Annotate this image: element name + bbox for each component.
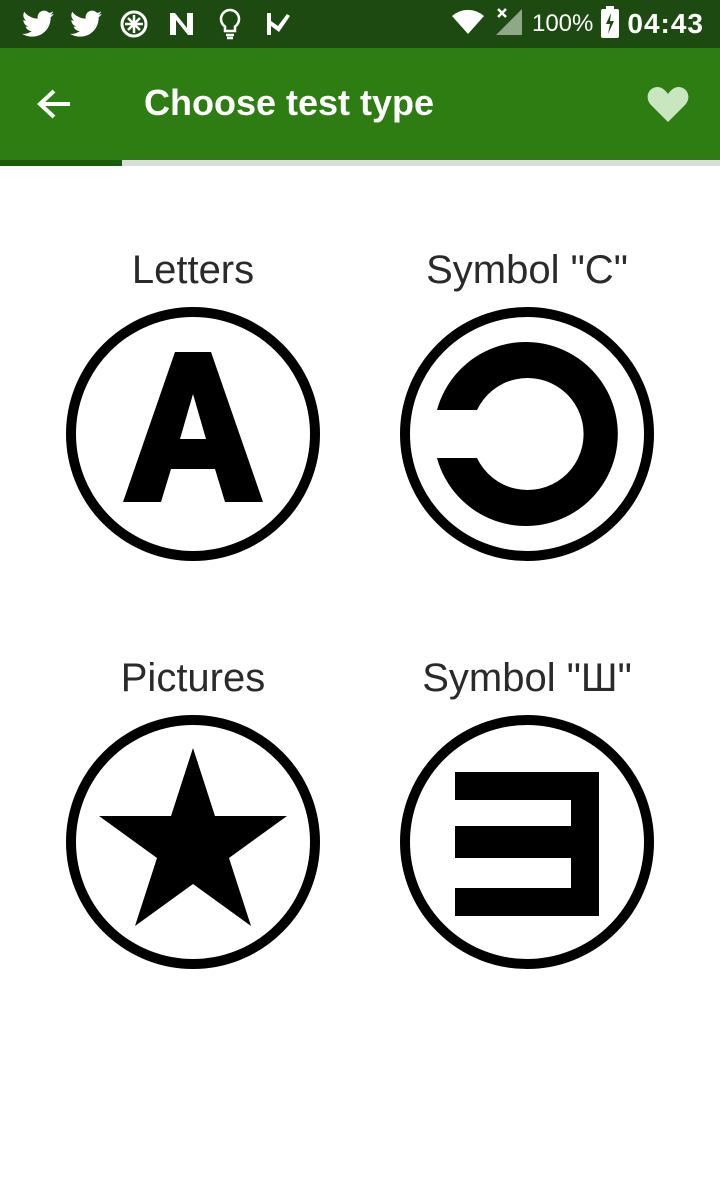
clock: 04:43	[627, 8, 704, 39]
letter-a-icon	[66, 307, 320, 561]
signal-icon	[494, 7, 524, 42]
star-icon	[66, 715, 320, 969]
notification-icons	[20, 8, 296, 40]
battery-percent: 100%	[531, 10, 594, 37]
app-bar: Choose test type	[0, 48, 720, 160]
system-status: 100% 04:43	[450, 0, 704, 48]
status-bar: 100% 04:43	[0, 0, 720, 48]
test-type-pictures[interactable]: Pictures	[43, 656, 343, 996]
heart-icon	[647, 87, 689, 122]
arrow-left-icon	[37, 89, 70, 119]
tile-label: Pictures	[120, 656, 266, 700]
lightbulb-icon	[212, 8, 248, 40]
wifi-icon	[450, 8, 486, 41]
test-type-symbol-c[interactable]: Symbol "C"	[377, 248, 677, 588]
battery-icon	[601, 5, 620, 43]
tumbling-e-icon	[400, 715, 654, 969]
twitter-icon	[20, 8, 56, 40]
landolt-c-icon	[400, 307, 654, 561]
n-app-icon	[164, 8, 200, 40]
tile-label: Letters	[131, 248, 255, 292]
check-flag-icon	[260, 8, 296, 40]
favorite-button[interactable]	[640, 78, 696, 130]
tile-label: Symbol "Ш"	[422, 656, 632, 700]
twitter-icon	[68, 8, 104, 40]
back-button[interactable]	[24, 80, 84, 128]
no-sync-icon	[116, 8, 152, 40]
tile-label: Symbol "C"	[426, 248, 628, 292]
progress-bar	[0, 160, 720, 166]
test-type-letters[interactable]: Letters	[43, 248, 343, 588]
page-title: Choose test type	[144, 82, 435, 123]
test-type-symbol-sh[interactable]: Symbol "Ш"	[377, 656, 677, 996]
progress-fill	[0, 160, 123, 166]
